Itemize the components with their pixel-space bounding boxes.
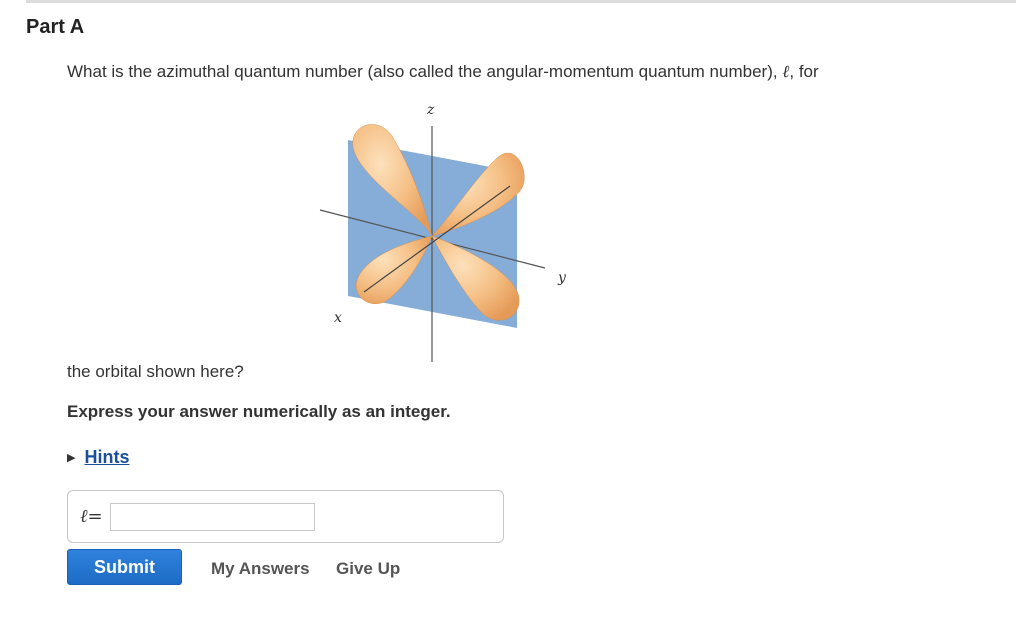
- answer-instruction: Express your answer numerically as an in…: [67, 402, 451, 421]
- question-text: What is the azimuthal quantum number (al…: [67, 62, 819, 82]
- top-divider: [26, 0, 1016, 3]
- axis-label-y: y: [557, 270, 567, 286]
- triangle-right-icon: ▶: [67, 452, 76, 464]
- hints-label[interactable]: Hints: [84, 447, 129, 468]
- question-continuation: the orbital shown here?: [67, 362, 244, 381]
- answer-label: ℓ=: [80, 506, 103, 527]
- answer-container: ℓ=: [67, 490, 504, 543]
- answer-input[interactable]: [110, 503, 315, 531]
- submit-button[interactable]: Submit: [67, 549, 182, 585]
- axis-label-z: z: [426, 102, 435, 118]
- hints-toggle[interactable]: ▶ Hints: [67, 447, 129, 468]
- d-orbital-figure: z y x: [319, 102, 567, 362]
- my-answers-button[interactable]: My Answers: [211, 559, 310, 579]
- question-text-after: , for: [789, 62, 819, 81]
- give-up-button[interactable]: Give Up: [336, 559, 400, 579]
- part-title: Part A: [26, 16, 85, 38]
- question-text-before: What is the azimuthal quantum number (al…: [67, 62, 783, 81]
- axis-label-x: x: [334, 310, 342, 326]
